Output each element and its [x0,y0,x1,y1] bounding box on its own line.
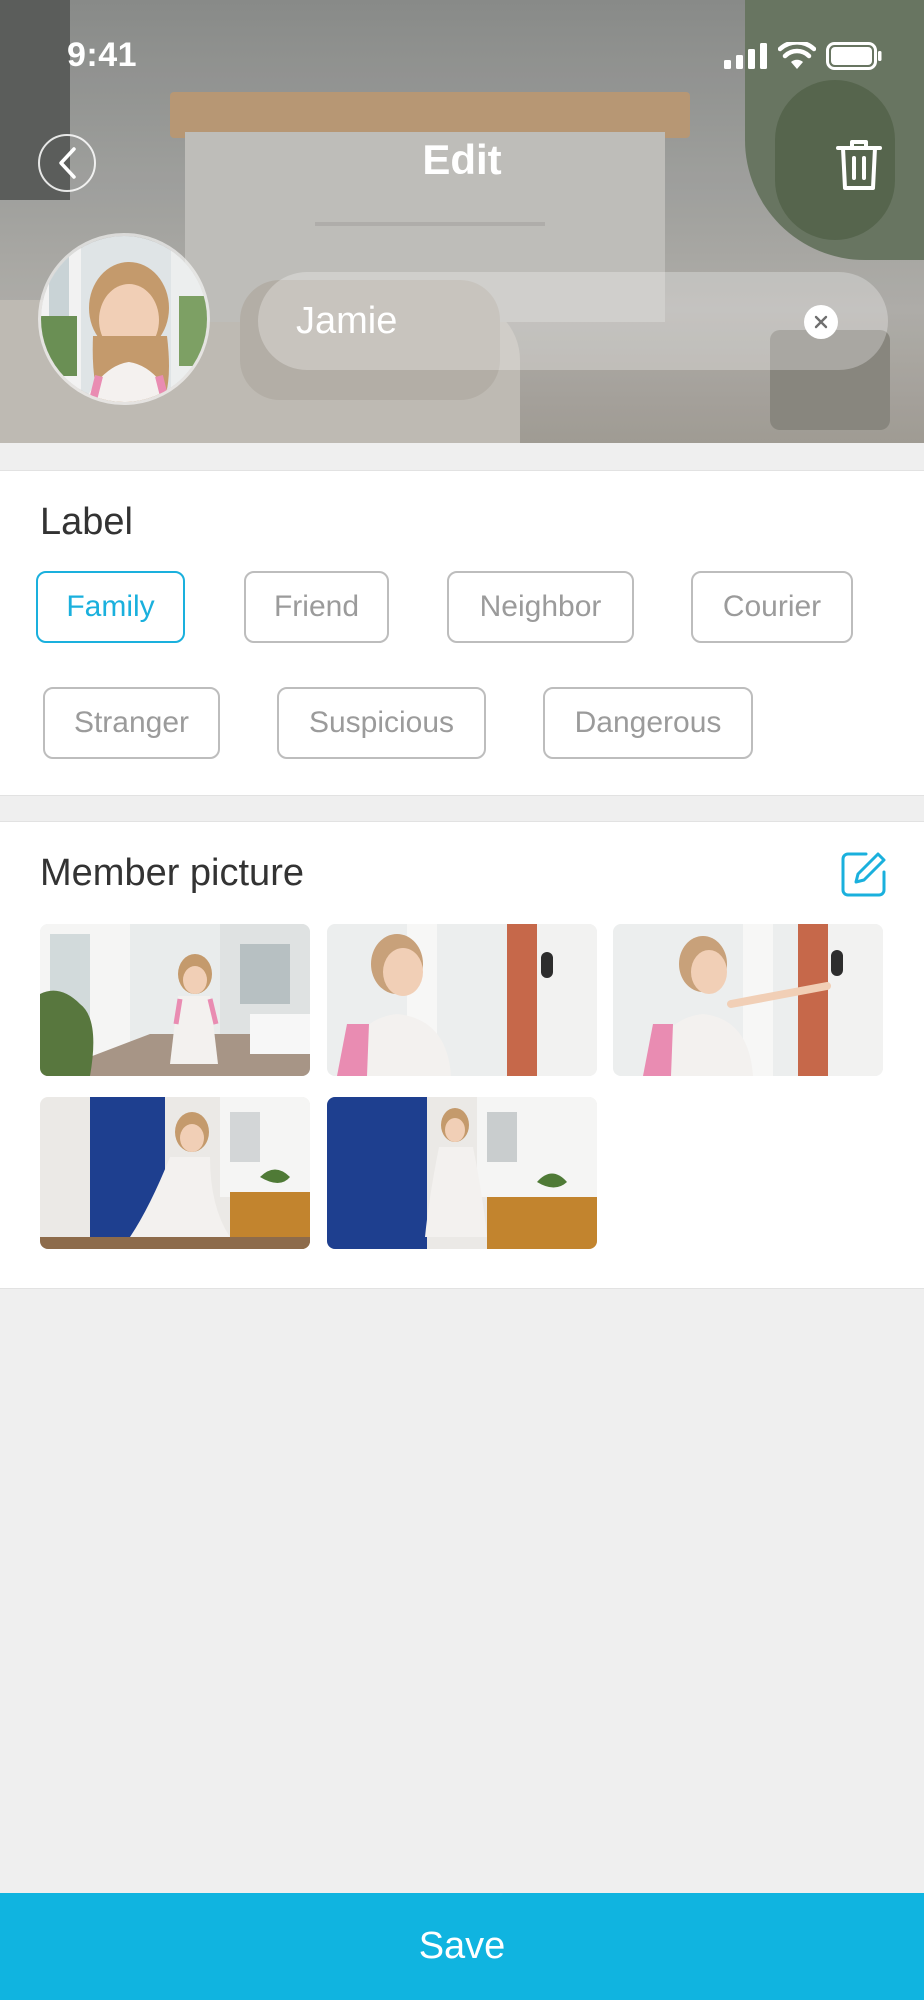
cellular-signal-icon [724,43,767,69]
edit-pictures-button[interactable] [840,850,888,898]
wifi-icon [778,42,816,69]
status-time: 9:41 [67,36,138,74]
picture-section-title: Member picture [40,852,304,894]
chip-family[interactable]: Family [36,571,185,643]
member-picture-3[interactable] [613,924,883,1076]
chip-courier[interactable]: Courier [691,571,853,643]
status-icons [724,42,882,70]
trash-icon [836,140,882,190]
chip-stranger[interactable]: Stranger [43,687,220,759]
battery-icon [826,42,882,70]
picture-ringing-doorbell-photo [613,924,883,1076]
picture-walking-photo [327,1097,597,1249]
label-section-title: Label [40,501,133,543]
picture-doorbell-photo [327,924,597,1076]
member-avatar[interactable] [38,233,210,405]
chip-friend[interactable]: Friend [244,571,389,643]
name-input[interactable] [296,299,796,343]
header-banner: 9:41 Edit [0,0,924,443]
page-title: Edit [422,136,502,183]
edit-pencil-icon [841,852,886,897]
chip-dangerous[interactable]: Dangerous [543,687,753,759]
save-button[interactable]: Save [0,1893,924,2000]
close-icon [814,315,828,329]
member-picture-card: Member picture [0,821,924,1289]
member-picture-4[interactable] [40,1097,310,1249]
member-picture-5[interactable] [327,1097,597,1249]
chip-suspicious[interactable]: Suspicious [277,687,486,759]
avatar-photo [41,236,207,402]
picture-blue-door-photo [40,1097,310,1249]
member-picture-1[interactable] [40,924,310,1076]
name-field[interactable] [258,272,888,370]
picture-porch-photo [40,924,310,1076]
label-card: Label Family Friend Neighbor Courier Str… [0,470,924,796]
member-picture-2[interactable] [327,924,597,1076]
chip-neighbor[interactable]: Neighbor [447,571,634,643]
clear-name-button[interactable] [804,305,838,339]
delete-button[interactable] [834,138,884,192]
